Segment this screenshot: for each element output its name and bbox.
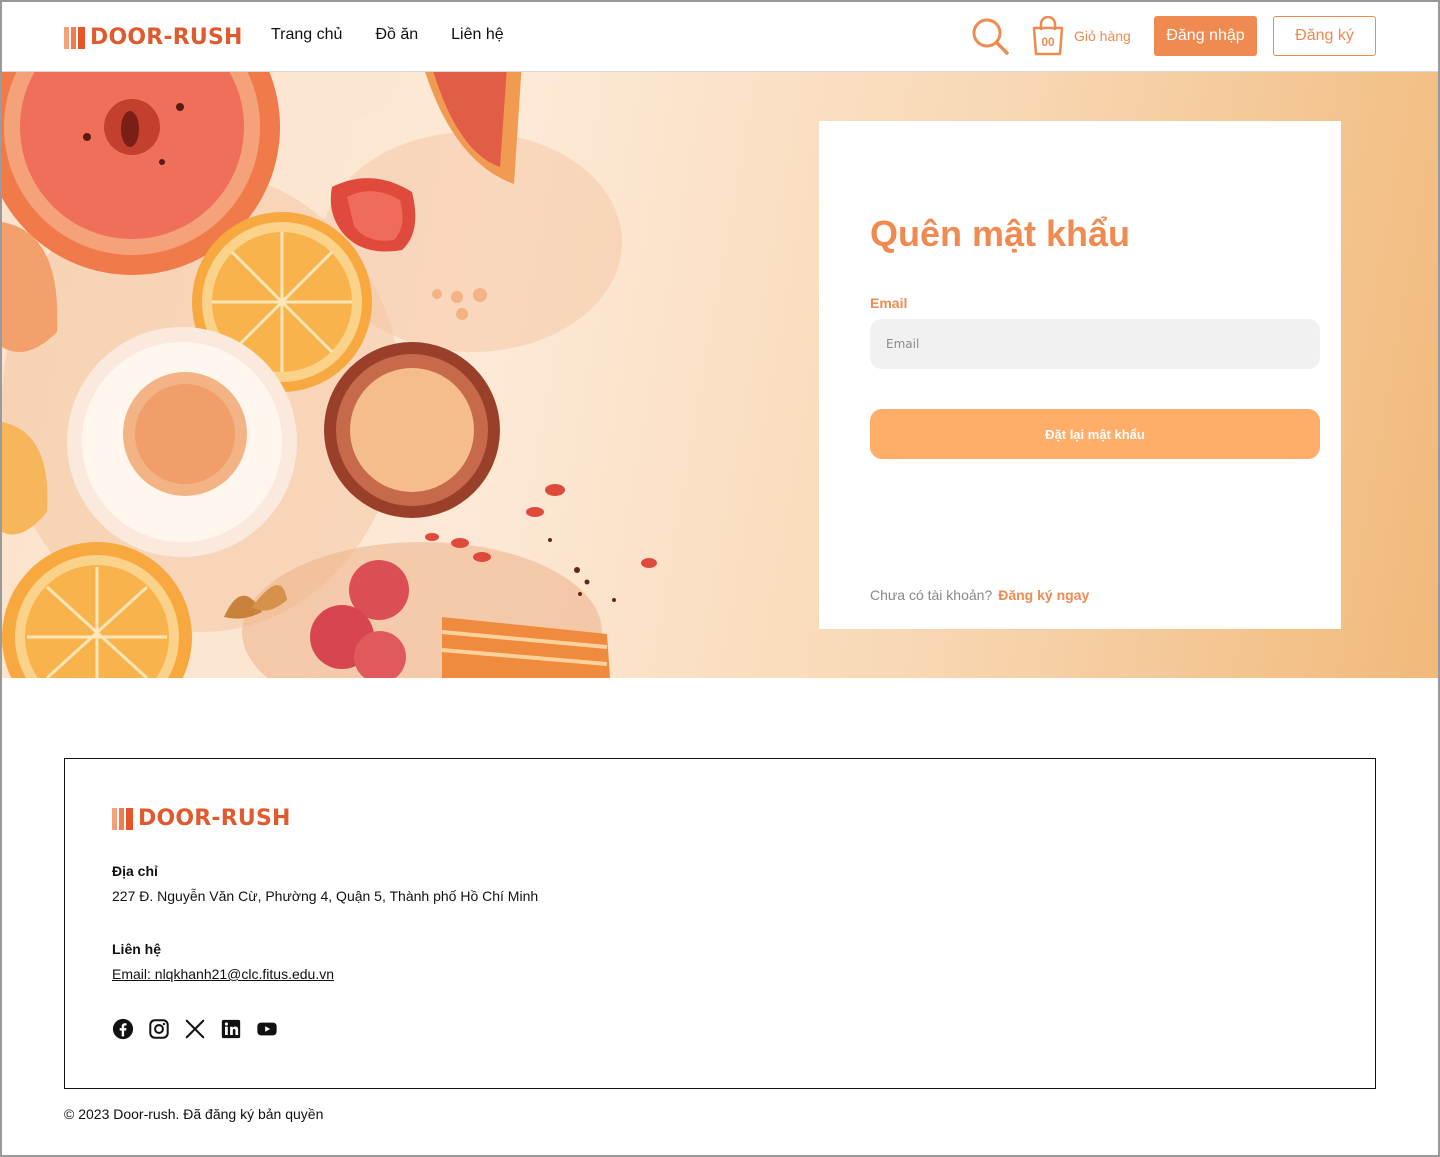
cart-button[interactable]: 00 Giỏ hàng [1030, 15, 1131, 56]
footer-brand-name: DOOR-RUSH [138, 806, 291, 831]
signup-prompt: Chưa có tài khoản? Đăng ký ngay [870, 587, 1089, 603]
contact-email-link[interactable]: Email: nlqkhanh21@clc.fitus.edu.vn [112, 966, 334, 982]
food-illustration [2, 72, 657, 678]
youtube-icon[interactable] [256, 1018, 278, 1040]
search-icon[interactable] [970, 16, 1010, 56]
facebook-icon[interactable] [112, 1018, 134, 1040]
nav-item-food[interactable]: Đồ ăn [375, 26, 418, 44]
nav-item-home[interactable]: Trang chủ [271, 26, 342, 44]
register-button[interactable]: Đăng ký [1273, 16, 1376, 56]
top-navbar: DOOR-RUSH Trang chủ Đồ ăn Liên hệ 00 Giỏ… [2, 2, 1438, 72]
contact-heading: Liên hệ [112, 941, 162, 957]
x-icon[interactable] [184, 1018, 206, 1040]
signup-link[interactable]: Đăng ký ngay [998, 587, 1089, 603]
logo-mark-icon [112, 807, 133, 830]
forgot-password-card: Quên mật khẩu Email Đặt lại mật khẩu Chư… [819, 121, 1341, 629]
brand-logo[interactable]: DOOR-RUSH [64, 25, 243, 50]
address-text: 227 Đ. Nguyễn Văn Cừ, Phường 4, Quận 5, … [112, 888, 539, 904]
brand-name: DOOR-RUSH [90, 25, 243, 50]
cart-count: 00 [1041, 35, 1055, 49]
footer-brand-logo[interactable]: DOOR-RUSH [112, 806, 291, 831]
page-title: Quên mật khẩu [870, 213, 1131, 254]
instagram-icon[interactable] [148, 1018, 170, 1040]
social-links [112, 1018, 278, 1040]
main-nav: Trang chủ Đồ ăn Liên hệ [271, 26, 504, 44]
email-label: Email [870, 295, 908, 311]
shopping-bag-icon: 00 [1030, 15, 1066, 56]
logo-mark-icon [64, 26, 85, 49]
linkedin-icon[interactable] [220, 1018, 242, 1040]
footer: DOOR-RUSH Địa chỉ 227 Đ. Nguyễn Văn Cừ, … [64, 758, 1376, 1089]
cart-label: Giỏ hàng [1074, 28, 1131, 44]
nav-item-contact[interactable]: Liên hệ [451, 26, 504, 44]
hero-section: Quên mật khẩu Email Đặt lại mật khẩu Chư… [2, 72, 1438, 678]
email-input[interactable] [870, 319, 1320, 369]
login-button[interactable]: Đăng nhập [1154, 16, 1257, 56]
signup-question: Chưa có tài khoản? [870, 587, 993, 603]
address-heading: Địa chỉ [112, 863, 158, 879]
copyright-text: © 2023 Door-rush. Đã đăng ký bản quyền [64, 1106, 324, 1122]
reset-password-button[interactable]: Đặt lại mật khẩu [870, 409, 1320, 459]
